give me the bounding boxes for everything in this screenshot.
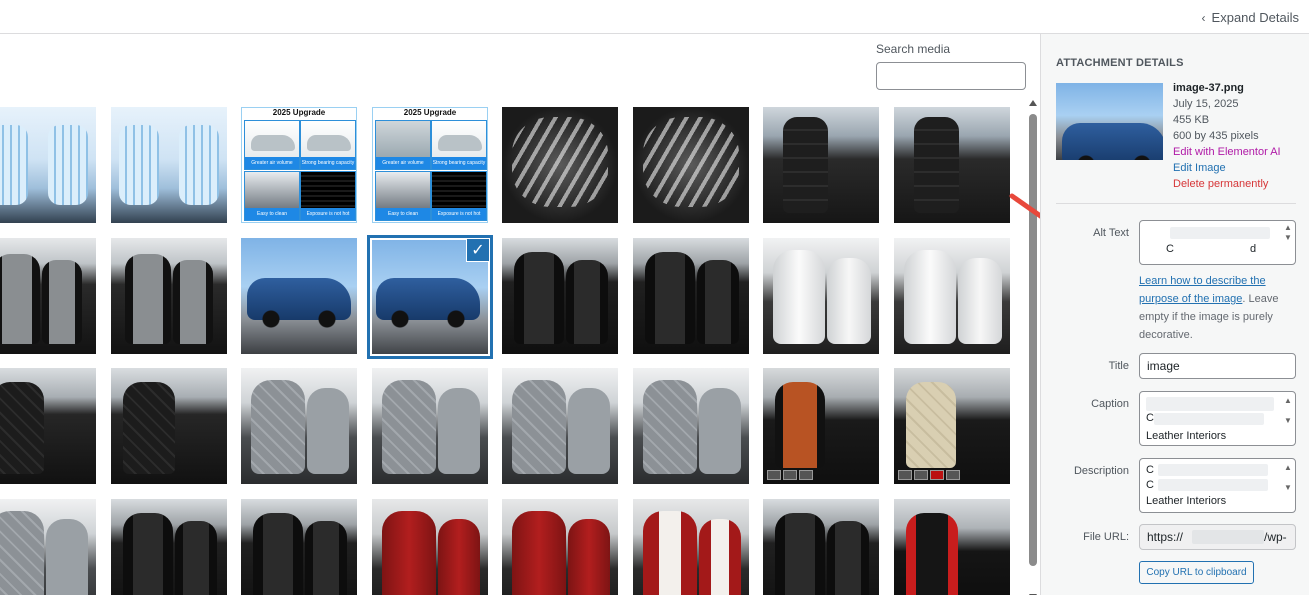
file-size: 455 KB	[1173, 114, 1210, 126]
media-thumbnail[interactable]	[372, 368, 488, 484]
modal-header: ‹ Expand Details	[0, 0, 1309, 34]
media-thumbnail[interactable]	[502, 499, 618, 595]
edit-with-elementor-ai-link[interactable]: Edit with Elementor AI	[1173, 144, 1281, 160]
media-thumbnail[interactable]	[111, 368, 227, 484]
media-thumbnail[interactable]	[111, 238, 227, 354]
upgrade-panel: Easy to clean	[244, 171, 300, 221]
media-thumbnail[interactable]	[763, 238, 879, 354]
media-thumbnail[interactable]	[633, 368, 749, 484]
media-thumbnail[interactable]	[0, 107, 96, 223]
scroll-up-arrow-icon[interactable]	[1029, 100, 1037, 106]
grid-scrollbar[interactable]	[1029, 100, 1037, 595]
alt-text-label: Alt Text	[1093, 227, 1129, 239]
redacted-text	[1146, 397, 1274, 411]
checkmark-icon[interactable]: ✓	[466, 238, 490, 262]
color-swatches	[898, 470, 960, 480]
media-thumbnail[interactable]	[372, 499, 488, 595]
description-label: Description	[1073, 465, 1129, 477]
media-thumbnail[interactable]	[241, 368, 357, 484]
media-thumbnail[interactable]	[0, 499, 96, 595]
search-media-input[interactable]	[876, 62, 1026, 90]
media-thumbnail[interactable]	[763, 368, 879, 484]
media-thumbnail[interactable]	[0, 368, 96, 484]
caption-label: Caption	[1091, 398, 1129, 410]
description-field[interactable]: C C Leather Interiors ▲ ▼	[1139, 458, 1296, 513]
image-dimensions: 600 by 435 pixels	[1173, 130, 1259, 142]
media-thumbnail[interactable]	[894, 499, 1010, 595]
media-thumbnail[interactable]	[241, 499, 357, 595]
redacted-text	[1170, 227, 1270, 239]
media-thumbnail[interactable]	[633, 238, 749, 354]
title-label: Title	[1108, 360, 1129, 372]
expand-details-button[interactable]: ‹ Expand Details	[1202, 10, 1299, 25]
media-thumbnail[interactable]	[894, 368, 1010, 484]
media-thumbnail[interactable]	[502, 107, 618, 223]
color-swatches	[767, 470, 813, 480]
media-thumbnail[interactable]	[502, 238, 618, 354]
media-thumbnail[interactable]	[111, 499, 227, 595]
textarea-scroll-arrows-icon[interactable]: ▲ ▼	[1284, 223, 1292, 243]
upload-date: July 15, 2025	[1173, 98, 1239, 110]
scroll-thumb[interactable]	[1029, 114, 1037, 566]
media-thumbnail[interactable]	[633, 499, 749, 595]
alt-text-field[interactable]: C d ▲ ▼	[1139, 220, 1296, 265]
media-thumbnail[interactable]	[633, 107, 749, 223]
media-thumbnail[interactable]: 2025 Upgrade Greater air volume Strong b…	[372, 107, 488, 223]
attachment-details-panel: ATTACHMENT DETAILS image-37.png July 15,…	[1040, 34, 1309, 595]
upgrade-panel: Exposure is not hot	[431, 171, 487, 221]
upgrade-title: 2025 Upgrade	[272, 108, 326, 117]
delete-permanently-link[interactable]: Delete permanently	[1173, 176, 1281, 192]
title-input[interactable]: image	[1139, 353, 1296, 379]
redacted-text	[1154, 413, 1264, 425]
caption-field[interactable]: C Leather Interiors ▲ ▼	[1139, 391, 1296, 446]
search-media-label: Search media	[876, 42, 951, 56]
media-library-grid-area: Search media 2025 Upgrade Greater air vo…	[0, 34, 1040, 595]
attachment-preview-image	[1056, 83, 1163, 160]
media-thumbnail[interactable]	[0, 238, 96, 354]
media-thumbnail[interactable]	[241, 238, 357, 354]
media-thumbnail[interactable]	[111, 107, 227, 223]
upgrade-panel: Strong bearing capacity	[300, 120, 356, 170]
textarea-scroll-arrows-icon[interactable]: ▲ ▼	[1284, 396, 1292, 426]
redacted-text	[1192, 530, 1264, 544]
upgrade-panel: Strong bearing capacity	[431, 120, 487, 170]
file-url-label: File URL:	[1083, 531, 1129, 543]
expand-details-label: Expand Details	[1211, 10, 1299, 25]
upgrade-panel: Easy to clean	[375, 171, 431, 221]
textarea-scroll-arrows-icon[interactable]: ▲ ▼	[1284, 463, 1292, 493]
media-thumbnail[interactable]	[502, 368, 618, 484]
upgrade-panel: Greater air volume	[244, 120, 300, 170]
alt-text-help: Learn how to describe the purpose of the…	[1139, 275, 1279, 341]
media-thumbnail[interactable]: 2025 Upgrade Greater air volume Strong b…	[241, 107, 357, 223]
media-thumbnail[interactable]	[763, 499, 879, 595]
media-thumbnail-selected[interactable]: ✓	[367, 235, 493, 359]
upgrade-panel: Exposure is not hot	[300, 171, 356, 221]
chevron-left-icon: ‹	[1201, 10, 1206, 25]
copy-url-button[interactable]: Copy URL to clipboard	[1139, 561, 1254, 584]
upgrade-title: 2025 Upgrade	[403, 108, 457, 117]
divider	[1056, 203, 1296, 204]
filename: image-37.png	[1173, 82, 1244, 94]
redacted-text	[1158, 479, 1268, 491]
edit-image-link[interactable]: Edit Image	[1173, 160, 1281, 176]
media-thumbnail[interactable]	[894, 238, 1010, 354]
media-thumbnail[interactable]	[894, 107, 1010, 223]
attachment-meta: image-37.png July 15, 2025 455 KB 600 by…	[1173, 80, 1281, 192]
media-thumbnail[interactable]	[763, 107, 879, 223]
redacted-text	[1158, 464, 1268, 476]
upgrade-panel: Greater air volume	[375, 120, 431, 170]
attachment-details-heading: ATTACHMENT DETAILS	[1056, 57, 1184, 69]
file-url-field[interactable]: https:// /wp-	[1139, 524, 1296, 550]
